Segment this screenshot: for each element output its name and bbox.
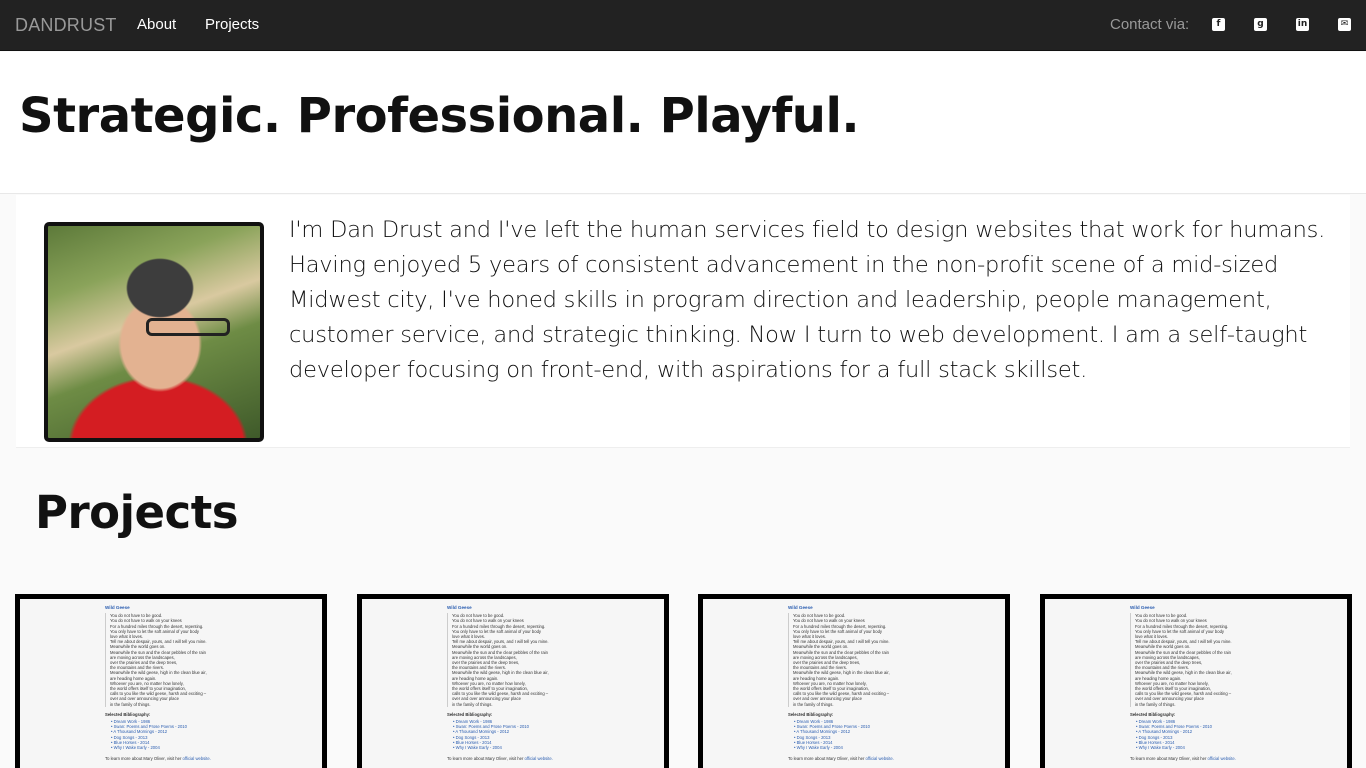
thumbnail-poem: You do not have to be good. You do not ha… bbox=[1130, 613, 1340, 707]
thumbnail-title: Wild Geese bbox=[105, 605, 130, 610]
more-link: official website. bbox=[865, 756, 894, 762]
about-text: I'm Dan Drust and I've left the human se… bbox=[289, 217, 1326, 383]
profile-photo bbox=[44, 222, 264, 442]
hero-title: Strategic. Professional. Playful. bbox=[19, 88, 860, 144]
thumbnail-poem: You do not have to be good. You do not ha… bbox=[105, 613, 315, 707]
thumbnail-title: Wild Geese bbox=[788, 605, 813, 610]
nav-link-about[interactable]: About bbox=[137, 16, 176, 33]
more-text: To learn more about Mary Oliver, visit h… bbox=[105, 756, 182, 762]
project-thumbnail: Wild Geese You do not have to be good. You… bbox=[788, 605, 998, 761]
poem-line: in the family of things. bbox=[1135, 701, 1176, 707]
more-link: official website. bbox=[182, 756, 211, 762]
more-text: To learn more about Mary Oliver, visit h… bbox=[447, 756, 524, 762]
thumbnail-more: To learn more about Mary Oliver, visit h… bbox=[1130, 756, 1340, 761]
email-icon[interactable]: ✉ bbox=[1338, 18, 1351, 31]
bibliography-label: Selected Bibliography: bbox=[1130, 711, 1176, 717]
nav-link-projects[interactable]: Projects bbox=[205, 16, 259, 33]
github-icon[interactable]: g bbox=[1254, 18, 1267, 31]
project-card[interactable]: Wild Geese You do not have to be good. You… bbox=[15, 594, 327, 768]
poem-line: in the family of things. bbox=[110, 701, 151, 707]
thumbnail-more: To learn more about Mary Oliver, visit h… bbox=[447, 756, 657, 761]
project-thumbnail: Wild Geese You do not have to be good. You… bbox=[1130, 605, 1340, 761]
bibliography-item: • Why I Wake Early - 2004 bbox=[794, 745, 843, 751]
thumbnail-more: To learn more about Mary Oliver, visit h… bbox=[788, 756, 998, 761]
bibliography-item: • Why I Wake Early - 2004 bbox=[1136, 745, 1185, 751]
thumbnail-poem: You do not have to be good. You do not ha… bbox=[447, 613, 657, 707]
project-thumbnail: Wild Geese You do not have to be good. You… bbox=[105, 605, 315, 761]
bibliography-label: Selected Bibliography: bbox=[105, 711, 151, 717]
bibliography-label: Selected Bibliography: bbox=[447, 711, 493, 717]
bibliography-text: Why I Wake Early - 2004 bbox=[455, 745, 502, 751]
thumbnail-more: To learn more about Mary Oliver, visit h… bbox=[105, 756, 315, 761]
contact-label: Contact via: bbox=[1110, 16, 1190, 33]
thumbnail-poem: You do not have to be good. You do not ha… bbox=[788, 613, 998, 707]
bibliography-label: Selected Bibliography: bbox=[788, 711, 834, 717]
more-link: official website. bbox=[1207, 756, 1236, 762]
project-thumbnail: Wild Geese You do not have to be good. You… bbox=[447, 605, 657, 761]
bibliography-text: Why I Wake Early - 2004 bbox=[113, 745, 160, 751]
hero-section: Strategic. Professional. Playful. bbox=[0, 52, 1366, 194]
linkedin-icon[interactable]: in bbox=[1296, 18, 1309, 31]
projects-heading: Projects bbox=[35, 486, 239, 539]
project-card[interactable]: Wild Geese You do not have to be good. You… bbox=[1040, 594, 1352, 768]
poem-line: in the family of things. bbox=[452, 701, 493, 707]
more-text: To learn more about Mary Oliver, visit h… bbox=[788, 756, 865, 762]
more-link: official website. bbox=[524, 756, 553, 762]
brand-logo-link[interactable]: DANDRUST bbox=[15, 15, 117, 36]
bibliography-item: • Why I Wake Early - 2004 bbox=[111, 745, 160, 751]
facebook-icon[interactable]: f bbox=[1212, 18, 1225, 31]
project-card[interactable]: Wild Geese You do not have to be good. You… bbox=[357, 594, 669, 768]
bibliography-item: • Why I Wake Early - 2004 bbox=[453, 745, 502, 751]
bibliography-text: Why I Wake Early - 2004 bbox=[1138, 745, 1185, 751]
bibliography-text: Why I Wake Early - 2004 bbox=[796, 745, 843, 751]
thumbnail-title: Wild Geese bbox=[447, 605, 472, 610]
poem-line: in the family of things. bbox=[793, 701, 834, 707]
top-navbar: DANDRUST About Projects Contact via: f g… bbox=[0, 0, 1366, 51]
more-text: To learn more about Mary Oliver, visit h… bbox=[1130, 756, 1207, 762]
project-card[interactable]: Wild Geese You do not have to be good. You… bbox=[698, 594, 1010, 768]
thumbnail-title: Wild Geese bbox=[1130, 605, 1155, 610]
glasses-shape bbox=[146, 318, 230, 336]
about-section: I'm Dan Drust and I've left the human se… bbox=[16, 195, 1350, 448]
